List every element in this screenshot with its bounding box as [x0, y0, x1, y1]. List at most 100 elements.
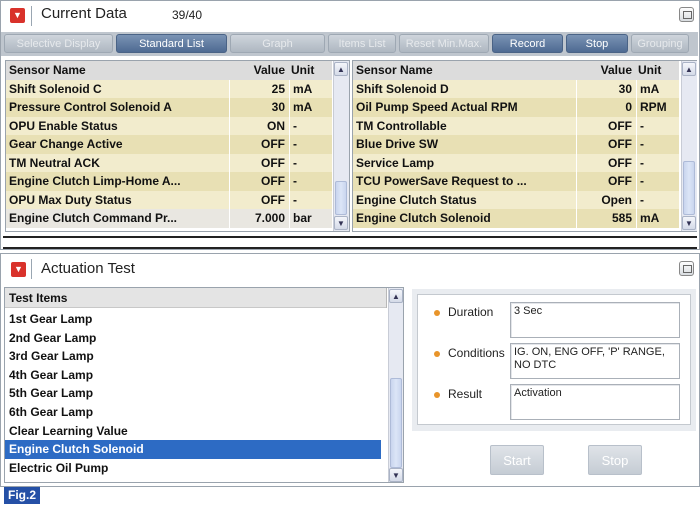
sensor-value: OFF [608, 155, 632, 170]
sensor-value: 25 [271, 81, 285, 96]
arrow-down-icon[interactable]: ▼ [334, 216, 348, 230]
test-items-scrollbar[interactable]: ▲ ▼ [388, 288, 403, 482]
figure-label: Fig.2 [4, 487, 40, 504]
list-item[interactable]: 5th Gear Lamp [5, 384, 385, 403]
table-row[interactable]: Blue Drive SW OFF - [353, 135, 679, 154]
column-divider [636, 135, 637, 154]
column-divider [289, 172, 290, 191]
column-sensor-name[interactable]: Sensor Name [356, 61, 575, 80]
column-sensor-name[interactable]: Sensor Name [9, 61, 228, 80]
scroll-thumb[interactable] [390, 378, 402, 468]
right-table-scrollbar[interactable]: ▲ ▼ [681, 61, 697, 231]
column-divider [636, 172, 637, 191]
list-item[interactable]: Electric Oil Pump [5, 459, 385, 478]
table-row[interactable]: Engine Clutch Limp-Home A... OFF - [6, 172, 332, 191]
column-value[interactable]: Value [229, 61, 285, 80]
toolbar-button-stop[interactable]: Stop [566, 34, 628, 53]
sensor-unit: - [293, 192, 297, 207]
toolbar-button-grouping[interactable]: Grouping [631, 34, 689, 53]
column-value[interactable]: Value [576, 61, 632, 80]
scroll-thumb[interactable] [335, 181, 347, 215]
list-item[interactable]: 1st Gear Lamp [5, 310, 385, 329]
column-divider [289, 135, 290, 154]
table-row[interactable]: TCU PowerSave Request to ... OFF - [353, 172, 679, 191]
sensor-name: TM Neutral ACK [9, 155, 100, 170]
toolbar-button-standard-list[interactable]: Standard List [116, 34, 227, 53]
sensor-unit: mA [293, 81, 313, 96]
sensor-value: OFF [261, 192, 285, 207]
table-row[interactable]: TM Neutral ACK OFF - [6, 153, 332, 172]
table-row[interactable]: Shift Solenoid D 30 mA [353, 79, 679, 98]
table-row[interactable]: Service Lamp OFF - [353, 153, 679, 172]
table-row[interactable]: OPU Enable Status ON - [6, 116, 332, 135]
sensor-value: OFF [261, 155, 285, 170]
toolbar-button-graph[interactable]: Graph [230, 34, 325, 53]
actuation-test-title: Actuation Test [41, 260, 135, 277]
sensor-name: Service Lamp [356, 155, 435, 170]
column-divider [289, 209, 290, 228]
table-row[interactable]: OPU Max Duty Status OFF - [6, 190, 332, 209]
bullet-icon [434, 310, 440, 316]
table-row[interactable]: Pressure Control Solenoid A 30 mA [6, 98, 332, 117]
sensor-value: OFF [261, 174, 285, 188]
column-unit[interactable]: Unit [638, 61, 678, 80]
sensor-name: Engine Clutch Solenoid [356, 211, 491, 225]
collapse-icon[interactable]: ▼ [11, 262, 26, 277]
sensor-unit: mA [640, 211, 660, 225]
result-field: Activation [510, 384, 680, 420]
maximize-icon[interactable] [679, 261, 694, 276]
arrow-up-icon[interactable]: ▲ [389, 289, 403, 303]
table-row[interactable]: Oil Pump Speed Actual RPM 0 RPM [353, 98, 679, 117]
arrow-up-icon[interactable]: ▲ [334, 62, 348, 76]
list-item[interactable]: Clear Learning Value [5, 422, 385, 441]
sensor-name: Shift Solenoid C [9, 81, 102, 96]
list-item[interactable]: 6th Gear Lamp [5, 403, 385, 422]
scroll-thumb[interactable] [683, 161, 695, 215]
sensor-unit: - [293, 155, 297, 170]
arrow-down-icon[interactable]: ▼ [682, 216, 696, 230]
list-item[interactable]: 4th Gear Lamp [5, 366, 385, 385]
toolbar-button-reset-min-max[interactable]: Reset Min.Max. [399, 34, 489, 53]
table-row[interactable]: Engine Clutch Command Pr... 7.000 bar [6, 209, 332, 228]
table-row[interactable]: TM Controllable OFF - [353, 116, 679, 135]
sensor-unit: - [293, 137, 297, 151]
arrow-up-icon[interactable]: ▲ [682, 62, 696, 76]
toolbar-button-items-list[interactable]: Items List [328, 34, 396, 53]
sensor-value: OFF [608, 137, 632, 151]
table-row[interactable]: Engine Clutch Status Open - [353, 190, 679, 209]
sensor-value: Open [601, 192, 632, 207]
toolbar-button-record[interactable]: Record [492, 34, 563, 53]
sensor-unit: - [640, 155, 644, 170]
table-row[interactable]: Gear Change Active OFF - [6, 135, 332, 154]
stop-button[interactable]: Stop [588, 445, 642, 475]
duration-label: Duration [448, 305, 494, 319]
table-row[interactable]: Shift Solenoid C 25 mA [6, 79, 332, 98]
collapse-icon[interactable]: ▼ [10, 8, 25, 23]
test-items-header: Test Items [5, 288, 387, 308]
item-count: 39/40 [172, 8, 203, 22]
left-table-scrollbar[interactable]: ▲ ▼ [333, 61, 349, 231]
column-unit[interactable]: Unit [291, 61, 331, 80]
list-item[interactable]: 2nd Gear Lamp [5, 329, 385, 348]
toolbar-button-selective-display[interactable]: Selective Display [4, 34, 113, 53]
sensor-value: OFF [608, 118, 632, 133]
column-divider [289, 98, 290, 117]
sensor-table-right: Sensor Name Value Unit Shift Solenoid D 30 mA… [352, 60, 697, 232]
list-item[interactable]: Engine Clutch Solenoid [5, 440, 381, 459]
test-items-list: Test Items 1st Gear Lamp 2nd Gear Lamp 3rd… [4, 287, 404, 483]
sensor-value: 30 [618, 81, 632, 96]
sensor-name: Engine Clutch Status [356, 192, 477, 207]
sensor-name: Engine Clutch Command Pr... [9, 211, 178, 225]
column-divider [636, 79, 637, 98]
sensor-unit: - [640, 192, 644, 207]
maximize-icon[interactable] [679, 7, 694, 22]
test-info-box: Duration 3 Sec Conditions IG. ON, ENG OF… [417, 294, 691, 425]
sensor-name: OPU Enable Status [9, 118, 118, 133]
sensor-name: Oil Pump Speed Actual RPM [356, 100, 518, 114]
list-item[interactable]: 3rd Gear Lamp [5, 347, 385, 366]
start-button[interactable]: Start [490, 445, 544, 475]
arrow-down-icon[interactable]: ▼ [389, 468, 403, 482]
table-row[interactable]: Engine Clutch Solenoid 585 mA [353, 209, 679, 228]
sensor-unit: RPM [640, 100, 667, 114]
sensor-name: Blue Drive SW [356, 137, 439, 151]
